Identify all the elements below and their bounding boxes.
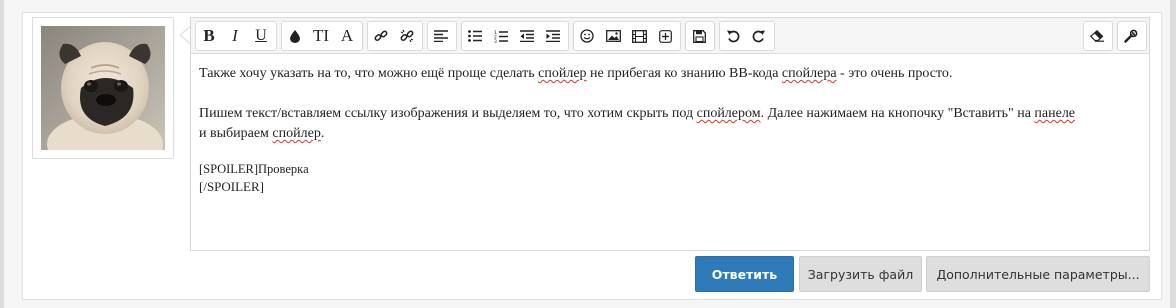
- image-icon[interactable]: [600, 22, 626, 50]
- toolbar-group-insert: [573, 21, 681, 51]
- link-icon[interactable]: [368, 22, 394, 50]
- indent-icon[interactable]: [540, 22, 566, 50]
- align-left-icon[interactable]: [428, 22, 454, 50]
- toolbar-group-draft: [685, 21, 715, 51]
- toolbar-group-history: [719, 21, 775, 51]
- wrench-icon[interactable]: [1118, 22, 1144, 50]
- bullet-list-icon[interactable]: [462, 22, 488, 50]
- toolbar-group-align: [427, 21, 457, 51]
- toolbar-group-link: [367, 21, 423, 51]
- text-size-icon[interactable]: TI: [308, 22, 334, 50]
- color-drop-icon[interactable]: [282, 22, 308, 50]
- message-editor[interactable]: B I U TI A 1 2 3 Также хочу указать на т…: [190, 17, 1150, 251]
- toolbar-group-settings: [1117, 21, 1147, 51]
- toolbar-group-lists: 123: [461, 21, 569, 51]
- numbered-list-icon[interactable]: 123: [488, 22, 514, 50]
- unlink-icon[interactable]: [394, 22, 420, 50]
- outdent-icon[interactable]: [514, 22, 540, 50]
- font-icon[interactable]: A: [334, 22, 360, 50]
- page-frame: B I U TI A 1 2 3 Также хочу указать на т…: [0, 0, 1176, 308]
- spoiler-open-line: [SPOILER]Проверка: [199, 162, 309, 176]
- paragraph-3: и выбираем спойлер.: [199, 126, 325, 141]
- editor-content[interactable]: Также хочу указать на то, что можно ещё …: [191, 54, 1149, 196]
- smiley-icon[interactable]: [574, 22, 600, 50]
- undo-icon[interactable]: [720, 22, 746, 50]
- paragraph-1: Также хочу указать на то, что можно ещё …: [199, 66, 953, 81]
- spoiler-close-line: [/SPOILER]: [199, 179, 264, 194]
- italic-icon[interactable]: I: [222, 22, 248, 50]
- bold-icon[interactable]: B: [196, 22, 222, 50]
- underline-icon[interactable]: U: [248, 22, 274, 50]
- toolbar-group-format: B I U: [195, 21, 277, 51]
- toolbar-group-font: TI A: [281, 21, 363, 51]
- media-icon[interactable]: [626, 22, 652, 50]
- avatar[interactable]: [41, 26, 165, 150]
- pug-avatar-image: [41, 26, 165, 150]
- upload-file-button[interactable]: Загрузить файл: [799, 256, 922, 292]
- redo-icon[interactable]: [746, 22, 772, 50]
- eraser-icon[interactable]: [1084, 22, 1110, 50]
- reply-button[interactable]: Ответить: [695, 256, 794, 292]
- editor-toolbar: B I U TI A 1 2 3: [191, 18, 1149, 54]
- insert-plus-icon[interactable]: [652, 22, 678, 50]
- toolbar-group-clear: [1083, 21, 1113, 51]
- svg-text:3: 3: [494, 39, 497, 43]
- more-options-button[interactable]: Дополнительные параметры...: [926, 256, 1150, 292]
- avatar-frame: [32, 17, 174, 159]
- save-draft-icon[interactable]: [686, 22, 712, 50]
- paragraph-2: Пишем текст/вставляем ссылку изображения…: [199, 106, 1076, 121]
